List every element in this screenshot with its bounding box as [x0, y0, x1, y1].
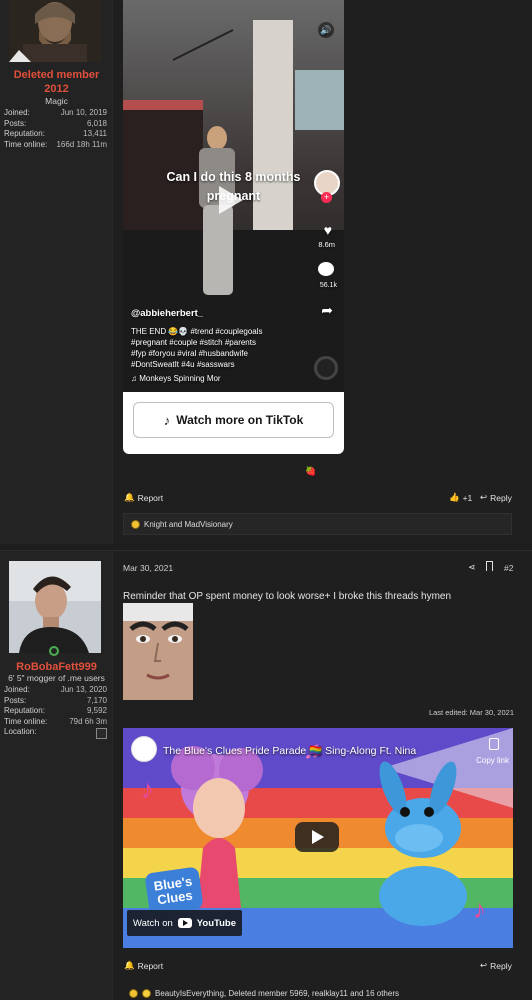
like-count: 8.6m [318, 240, 335, 249]
tiktok-description: THE END 😂💀 #trend #couplegoals #pregnant… [131, 327, 263, 369]
stat-row-time-online: Time online: 166d 18h 11m [4, 139, 107, 149]
share-icon[interactable]: ⋖ [468, 562, 476, 573]
post-main: 🔊 Can I do this 8 months pregnant + ♥ 8.… [113, 0, 532, 544]
youtube-title[interactable]: The Blue's Clues Pride Parade 🏳️‍🌈 Sing-… [163, 744, 416, 757]
avatar[interactable] [9, 0, 101, 62]
tiktok-handle[interactable]: @abbieherbert_ [131, 308, 203, 319]
youtube-logo-icon [177, 918, 192, 928]
post-2: RoBobaFett999 6' 5" mogger of .me users … [0, 550, 532, 1000]
reactions-bar[interactable]: Knight and MadVisionary [123, 513, 512, 535]
user-title: Magic [45, 96, 68, 106]
channel-avatar[interactable] [131, 736, 157, 762]
youtube-play-button[interactable] [295, 822, 339, 852]
post-main: Mar 30, 2021 ⋖ #2 Reminder that OP spent… [113, 551, 532, 1000]
copy-link-icon[interactable] [489, 738, 499, 750]
bookmark-icon[interactable] [486, 561, 493, 571]
user-title: 6' 5" mogger of .me users [8, 673, 105, 683]
stat-row-posts: Posts: 7,170 [4, 695, 107, 705]
stat-row-joined: Joined: Jun 10, 2019 [4, 108, 107, 117]
follow-plus-icon[interactable]: + [321, 192, 332, 203]
stat-row-time-online: Time online: 79d 6h 3m [4, 716, 107, 726]
tiktok-embed[interactable]: 🔊 Can I do this 8 months pregnant + ♥ 8.… [123, 0, 344, 454]
reply-button[interactable]: ↩ Reply [480, 960, 512, 971]
svg-text:♪: ♪ [473, 894, 486, 924]
watch-more-tiktok-button[interactable]: ♪ Watch more on TikTok [133, 402, 334, 438]
youtube-embed[interactable]: ♪ ♪ ♫ The Blue's Clues Pride Parade 🏳️‍🌈… [123, 728, 513, 948]
watch-on-youtube-button[interactable]: Watch on YouTube [127, 910, 243, 936]
svg-text:♪: ♪ [141, 774, 154, 804]
share-icon[interactable]: ➦ [321, 302, 333, 319]
post-number[interactable]: #2 [504, 563, 513, 573]
reply-button[interactable]: ↩ Reply [480, 492, 512, 503]
laugh-emoji-icon [129, 988, 138, 998]
channel-logo: Blue's Clues [144, 866, 204, 916]
username[interactable]: RoBobaFett999 [0, 660, 113, 674]
post-image[interactable] [123, 603, 193, 700]
post-body: Reminder that OP spent money to look wor… [123, 591, 452, 602]
stat-row-location: Location: [4, 727, 107, 739]
comment-count: 56.1k [319, 282, 337, 289]
play-icon [312, 830, 324, 844]
cry-emoji-icon [142, 988, 151, 998]
online-status-icon [49, 646, 59, 656]
bell-icon: 🔔 [124, 492, 135, 502]
like-icon[interactable]: ♥ [324, 222, 332, 238]
user-stats: Joined: Jun 13, 2020 Posts: 7,170 Reputati… [4, 685, 107, 739]
last-edited: Last edited: Mar 30, 2021 [428, 708, 514, 717]
reply-icon: ↩ [480, 960, 488, 970]
sound-disc-icon[interactable] [314, 356, 338, 380]
reaction-emoji-icon: 🍓 [305, 466, 317, 476]
plus-one-button[interactable]: 👍 +1 [449, 492, 472, 503]
user-sidebar: Deleted member 2012 Magic Joined: Jun 10,… [0, 0, 113, 544]
thumbs-up-icon: 👍 [449, 492, 460, 502]
tiktok-logo-icon: ♪ [163, 412, 171, 428]
report-button[interactable]: 🔔 Report [124, 960, 163, 971]
location-flag-icon [96, 728, 107, 739]
reply-icon: ↩ [480, 492, 488, 502]
post-1: Deleted member 2012 Magic Joined: Jun 10,… [0, 0, 532, 544]
reactions-bar[interactable]: BeautyIsEverything, Deleted member 5969,… [123, 982, 512, 1000]
post-date[interactable]: Mar 30, 2021 [123, 563, 173, 573]
stat-row-reputation: Reputation: 9,592 [4, 706, 107, 715]
tiktok-sound[interactable]: ♫ Monkeys Spinning Mor [131, 374, 221, 383]
stat-row-reputation: Reputation: 13,411 [4, 129, 107, 138]
stat-row-joined: Joined: Jun 13, 2020 [4, 685, 107, 694]
stat-row-posts: Posts: 6,018 [4, 118, 107, 128]
volume-icon[interactable]: 🔊 [318, 22, 334, 38]
username[interactable]: Deleted member 2012 [0, 68, 113, 96]
report-button[interactable]: 🔔 Report [124, 492, 163, 503]
copy-link-label[interactable]: Copy link [476, 756, 509, 765]
user-sidebar: RoBobaFett999 6' 5" mogger of .me users … [0, 551, 113, 1000]
bell-icon: 🔔 [124, 960, 135, 970]
laugh-emoji-icon [131, 519, 140, 529]
comment-icon[interactable] [318, 262, 334, 276]
user-stats: Joined: Jun 10, 2019 Posts: 6,018 Reputati… [4, 108, 107, 150]
play-icon[interactable] [219, 186, 243, 214]
avatar[interactable] [9, 561, 101, 653]
